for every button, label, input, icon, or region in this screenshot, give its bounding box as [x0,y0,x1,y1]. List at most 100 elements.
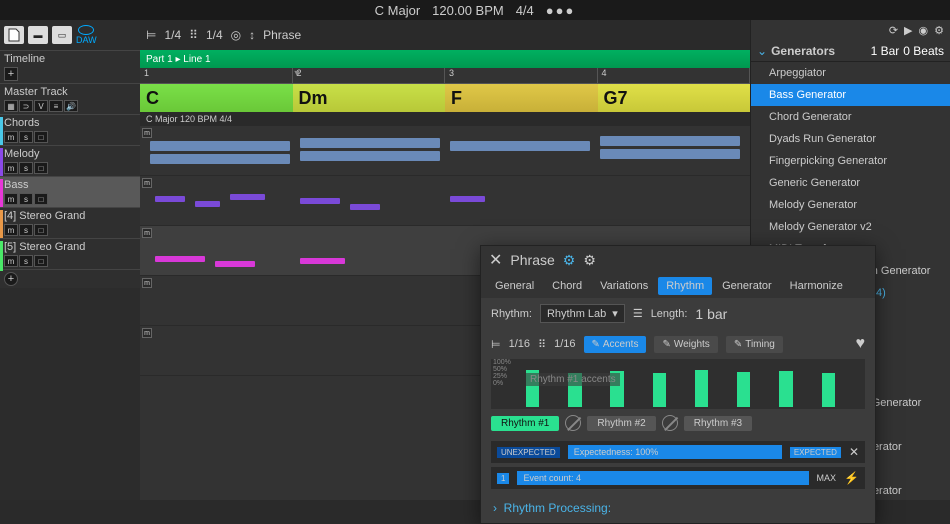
rhythm-chip-1[interactable]: Rhythm #1 [491,416,559,431]
generator-item[interactable]: Fingerpicking Generator [751,150,950,172]
bolt-icon[interactable]: ⚡ [844,471,859,485]
remove-icon[interactable]: ✕ [849,445,859,459]
device-icon[interactable]: ▭ [52,26,72,44]
generator-item[interactable]: Arpeggiator [751,62,950,84]
tab-variations[interactable]: Variations [592,277,656,295]
track-head-stereo5[interactable]: [5] Stereo Grand m s □ [0,238,140,269]
solo-button[interactable]: s [19,193,33,205]
disable-icon[interactable] [662,415,678,431]
lane-menu-icon[interactable]: m [142,128,152,138]
more-menu-icon[interactable]: ●●● [546,3,576,18]
snap1-value[interactable]: 1/16 [509,338,530,350]
lane-melody[interactable]: m [140,176,750,226]
mute-button[interactable]: m [4,193,18,205]
mute-button[interactable]: m [4,162,18,174]
lane-menu-icon[interactable]: m [142,178,152,188]
solo-button[interactable]: s [19,255,33,267]
chevron-down-icon[interactable]: ⌄ [757,44,767,58]
snap2-value[interactable]: 1/4 [206,28,223,42]
timing-button[interactable]: ✎ Timing [726,336,783,353]
length-value[interactable]: 1 bar [695,306,727,322]
tab-general[interactable]: General [487,277,542,295]
gear-icon[interactable]: ⚙ [934,24,944,37]
tab-harmonize[interactable]: Harmonize [782,277,851,295]
stop-icon[interactable]: ◉ [919,24,929,37]
master-btn-eq[interactable]: ≡ [49,100,63,112]
track-opt-button[interactable]: □ [34,193,48,205]
sort-icon[interactable]: ↕ [249,28,255,42]
rhythm-dropdown[interactable]: Rhythm Lab ▾ [540,304,625,323]
expectedness-slider[interactable]: Expectedness: 100% [568,445,782,459]
lane-menu-icon[interactable]: m [142,278,152,288]
lane-menu-icon[interactable]: m [142,328,152,338]
rhythm-chip-3[interactable]: Rhythm #3 [684,416,752,431]
generator-item[interactable]: Generic Generator [751,172,950,194]
accents-button[interactable]: ✎ Accents [584,336,647,353]
generator-item[interactable]: Chord Generator [751,106,950,128]
chord-block[interactable]: G7 [598,84,751,112]
lane-chords[interactable]: m [140,126,750,176]
beats-value[interactable]: 0 Beats [903,44,944,58]
gear-icon[interactable]: ⚙ [583,252,596,269]
weights-button[interactable]: ✎ Weights [654,336,717,353]
snap-icon[interactable]: ⊨ [491,338,501,351]
mute-button[interactable]: m [4,131,18,143]
lane-menu-icon[interactable]: m [142,228,152,238]
add-track-row: + [0,269,140,288]
close-icon[interactable]: ✕ [489,250,502,270]
chord-block[interactable]: C [140,84,293,112]
track-opt-button[interactable]: □ [34,162,48,174]
mute-button[interactable]: m [4,224,18,236]
master-btn-1[interactable]: ▦ [4,100,18,112]
stack-icon[interactable]: ☰ [633,307,643,320]
track-head-chords[interactable]: Chords m s □ [0,114,140,145]
eventcount-slider[interactable]: Event count: 4 [517,471,808,485]
add-track-button[interactable]: + [4,272,18,286]
folder-icon[interactable]: ▬ [28,26,48,44]
generator-item[interactable]: Bass Generator [751,84,950,106]
ruler[interactable]: 1 2 3 4 ▼ [140,68,750,84]
rhythm-processing-expand[interactable]: › Rhythm Processing: [481,493,875,523]
master-btn-v[interactable]: V [34,100,48,112]
mute-button[interactable]: m [4,255,18,267]
snap2-value[interactable]: 1/16 [554,338,575,350]
track-head-melody[interactable]: Melody m s □ [0,145,140,176]
solo-button[interactable]: s [19,162,33,174]
track-opt-button[interactable]: □ [34,131,48,143]
mode-label[interactable]: Phrase [263,28,301,42]
playhead-marker[interactable]: ▼ [293,68,302,78]
track-opt-button[interactable]: □ [34,224,48,236]
rhythm-chip-2[interactable]: Rhythm #2 [587,416,655,431]
chord-block[interactable]: Dm [293,84,446,112]
part-bar[interactable]: Part 1 ▸ Line 1 [140,50,750,68]
disable-icon[interactable] [565,415,581,431]
solo-button[interactable]: s [19,224,33,236]
target-icon[interactable]: ◎ [231,28,241,42]
play-icon[interactable]: ▶ [904,24,912,37]
tab-chord[interactable]: Chord [544,277,590,295]
add-timeline-button[interactable]: + [4,67,18,81]
settings-icon[interactable]: ⚙ [563,252,576,269]
track-head-stereo4[interactable]: [4] Stereo Grand m s □ [0,207,140,238]
tab-rhythm[interactable]: Rhythm [658,277,712,295]
grid-icon[interactable]: ⠿ [189,28,198,42]
sync-icon[interactable]: ⟳ [889,24,898,37]
solo-button[interactable]: s [19,131,33,143]
master-btn-sound[interactable]: 🔊 [64,100,78,112]
generator-item[interactable]: Melody Generator v2 [751,216,950,238]
track-opt-button[interactable]: □ [34,255,48,267]
tab-generator[interactable]: Generator [714,277,780,295]
snap-icon[interactable]: ⊨ [146,28,156,42]
daw-icon[interactable]: DAW [76,25,97,45]
bar-value[interactable]: 1 Bar [871,44,900,58]
favorite-icon[interactable]: ♥ [856,335,866,353]
grid-icon[interactable]: ⠿ [538,338,546,351]
snap1-value[interactable]: 1/4 [164,28,181,42]
master-btn-loop[interactable]: ⊃ [19,100,33,112]
file-icon[interactable] [4,26,24,44]
rhythm-visualizer[interactable]: 100%50%25%0% Rhythm #1 accents [491,359,865,409]
chord-block[interactable]: F [445,84,598,112]
track-head-bass[interactable]: Bass m s □ [0,176,140,207]
generator-item[interactable]: Melody Generator [751,194,950,216]
generator-item[interactable]: Dyads Run Generator [751,128,950,150]
